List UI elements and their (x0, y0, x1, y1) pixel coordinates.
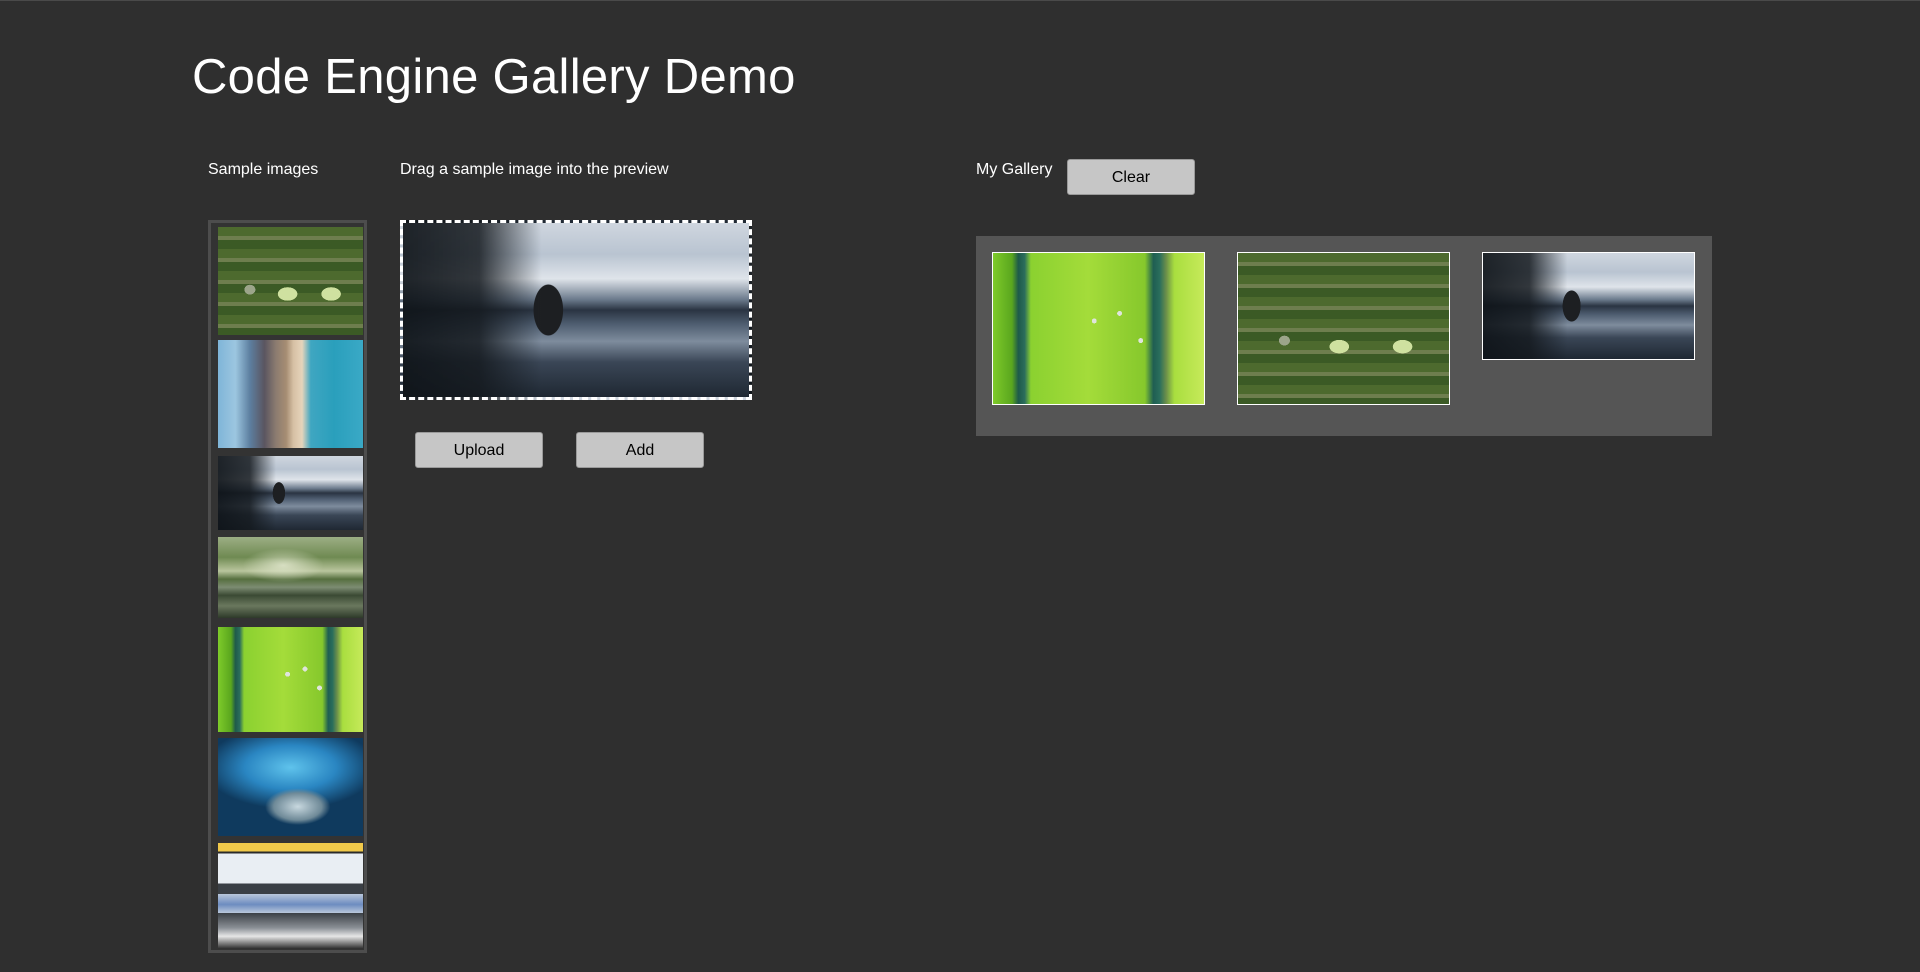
clear-button[interactable]: Clear (1067, 159, 1195, 195)
gallery-image-field[interactable] (1237, 252, 1450, 405)
app-page: Code Engine Gallery Demo Sample images D… (0, 0, 1920, 972)
sample-image-green-crops[interactable] (218, 627, 363, 732)
sample-images-strip[interactable] (208, 220, 367, 953)
preview-drop-zone[interactable] (400, 220, 752, 400)
drag-instruction-label: Drag a sample image into the preview (400, 161, 669, 178)
gallery-image-green-crops[interactable] (992, 252, 1205, 405)
sample-image-river[interactable] (218, 537, 363, 618)
gallery-image-lake[interactable] (1482, 252, 1695, 360)
gallery-panel (976, 236, 1712, 436)
sample-image-field[interactable] (218, 227, 363, 335)
sample-image-beach[interactable] (218, 340, 363, 448)
add-button[interactable]: Add (576, 432, 704, 468)
sample-images-label: Sample images (208, 161, 319, 178)
upload-button[interactable]: Upload (415, 432, 543, 468)
sample-image-trucks[interactable] (218, 843, 363, 949)
sample-image-ice-cave[interactable] (218, 738, 363, 836)
my-gallery-label: My Gallery (976, 161, 1053, 178)
sample-image-lake[interactable] (218, 456, 363, 530)
page-title: Code Engine Gallery Demo (192, 50, 796, 104)
